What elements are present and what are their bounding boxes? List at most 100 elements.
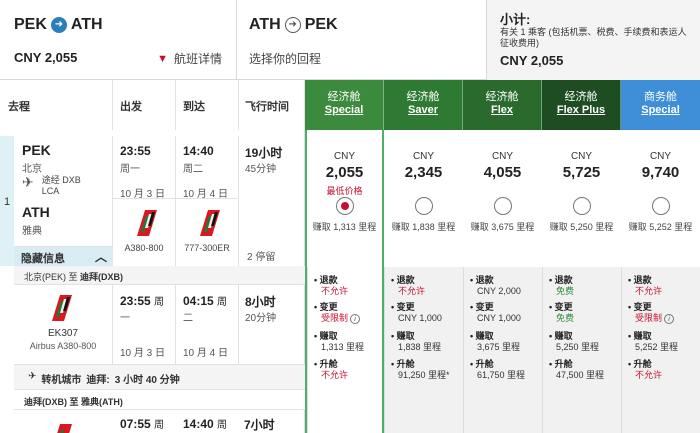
flight-details-link[interactable]: ▼ 航班详情 — [157, 50, 222, 67]
subtotal-panel: 小计: 有关 1 乘客 (包括机票、税费、手续费和表运人征收费用) CNY 2,… — [487, 0, 700, 80]
fare-miles-earned: 赚取 1,313 里程 — [312, 222, 377, 232]
chevron-down-icon: ▼ — [157, 52, 168, 65]
refund-value: 不允许 — [398, 286, 426, 296]
leg2-details: 07:55 周 14:40 周 7小时 — [14, 410, 305, 433]
dest-city: 雅典 — [22, 226, 42, 237]
cabin-header-economy-saver[interactable]: 经济舱 Saver — [384, 80, 463, 130]
cabin-header-economy-flex-plus[interactable]: 经济舱 Flex Plus — [542, 80, 621, 130]
fare-option-economy-special[interactable]: CNY 2,055 最低价格 赚取 1,313 里程 退款不允许 变更受限制i … — [305, 130, 384, 433]
emirates-tail-logo-icon — [57, 424, 72, 433]
fare-currency: CNY — [333, 151, 356, 162]
fare-conditions: 退款不允许 变更CNY 1,000 赚取1,838 里程 升舱91,250 里程… — [384, 267, 463, 433]
fare-miles-earned: 赚取 5,252 里程 — [628, 222, 693, 232]
connecting-plane-icon: ✈ — [28, 371, 37, 382]
upgrade-value: 91,250 里程* — [398, 370, 450, 380]
leg1-arrive-cell: 04:15 周 二 10 月 4 日 — [176, 285, 239, 365]
info-icon[interactable]: i — [664, 314, 675, 324]
via-info: ✈ 途经 DXB LCA — [22, 174, 81, 196]
duration-hours: 19小时 — [245, 146, 283, 160]
arrow-right-icon: ➜ — [50, 17, 67, 33]
leg1-depart-time: 23:55 — [120, 294, 151, 308]
fare-amount: 5,725 — [562, 164, 601, 181]
duration-minutes: 45分钟 — [245, 164, 277, 175]
arrive-cell: 14:40 周二 10 月 4 日 — [176, 136, 239, 200]
fare-option-business-special[interactable]: CNY 9,740 赚取 5,252 里程 退款不允许 变更受限制i 赚取5,2… — [621, 130, 700, 433]
refund-value: CNY 2,000 — [477, 286, 521, 296]
fare-currency: CNY — [570, 151, 593, 162]
stops-count: 2 停留 — [247, 252, 276, 263]
leg2-duration-hours: 7小时 — [244, 418, 275, 432]
leg1-header: 北京(PEK) 至 迪拜(DXB) — [14, 266, 305, 285]
miles-value: 5,252 里程 — [635, 342, 679, 352]
leg1-duration-hours: 8小时 — [245, 295, 276, 309]
subtotal-title: 小计: — [500, 12, 531, 27]
fare-radio[interactable] — [572, 197, 591, 215]
emirates-tail-logo-icon — [137, 210, 157, 236]
chevron-up-icon: ︿ — [94, 250, 107, 264]
fare-radio[interactable] — [493, 197, 512, 215]
trip-summary: PEK ➜ ATH CNY 2,055 ▼ 航班详情 ATH ➜ PEK 选择你… — [0, 0, 700, 80]
table-header: 去程 出发 到达 飞行时间 经济舱 Special 经济舱 Saver 经济舱 … — [0, 80, 700, 130]
route-cell: PEK 北京 ✈ 途经 DXB LCA ATH 雅典 — [14, 136, 113, 247]
change-value: 受限制 — [635, 313, 663, 323]
flight-row: 1 PEK 北京 ✈ 途经 DXB LCA ATH 雅典 23:55 周一 10… — [0, 130, 305, 433]
cabin-header-business-special[interactable]: 商务舱 Special — [621, 80, 700, 130]
origin-city: 北京 — [22, 164, 42, 175]
aircraft-cell-1: A380-800 — [113, 199, 176, 266]
refund-value: 不允许 — [635, 286, 663, 296]
info-icon[interactable]: i — [350, 314, 361, 324]
fare-amount: 9,740 — [641, 164, 680, 181]
dest-code: ATH — [22, 204, 50, 220]
depart-time: 23:55 — [120, 144, 151, 158]
depart-cell: 23:55 周一 10 月 3 日 — [113, 136, 176, 200]
upgrade-value: 61,750 里程 — [477, 370, 526, 380]
return-hint: 选择你的回程 — [249, 52, 322, 66]
outbound-summary[interactable]: PEK ➜ ATH CNY 2,055 ▼ 航班详情 — [0, 0, 237, 80]
header-depart: 出发 — [113, 80, 176, 130]
fare-option-economy-saver[interactable]: CNY 2,345 赚取 1,838 里程 退款不允许 变更CNY 1,000 … — [384, 130, 463, 433]
change-value: CNY 1,000 — [398, 313, 442, 323]
leg1-flight-number: EK307 — [47, 328, 79, 339]
refund-value: 免费 — [556, 286, 575, 296]
subtotal-note: 有关 1 乘客 (包括机票、税费、手续费和表运人征收费用) — [500, 27, 687, 48]
fare-radio[interactable] — [335, 197, 354, 215]
flight-results: 1 PEK 北京 ✈ 途经 DXB LCA ATH 雅典 23:55 周一 10… — [0, 130, 700, 433]
fare-option-economy-flex[interactable]: CNY 4,055 赚取 3,675 里程 退款CNY 2,000 变更CNY … — [463, 130, 542, 433]
emirates-tail-logo-icon — [200, 210, 220, 236]
leg2-arrive-time: 14:40 — [183, 417, 214, 431]
leg1-depart-cell: 23:55 周 一 10 月 3 日 — [113, 285, 176, 365]
fare-amount: 2,345 — [404, 164, 443, 181]
header-arrive: 到达 — [176, 80, 239, 130]
flight-index: 1 — [0, 136, 14, 266]
fare-currency: CNY — [412, 151, 435, 162]
fare-amount: 4,055 — [483, 164, 522, 181]
change-value: 受限制 — [321, 313, 349, 323]
arrow-right-icon: ➜ — [284, 17, 301, 33]
header-route: 去程 — [0, 80, 113, 130]
depart-weekday: 周一 — [120, 164, 140, 175]
duration-cell: 19小时 45分钟 2 停留 — [239, 136, 305, 266]
fare-radio[interactable] — [414, 197, 433, 215]
leg1-details: EK307 Airbus A380-800 23:55 周 一 10 月 3 日… — [14, 285, 305, 365]
hide-info-toggle[interactable]: 隐藏信息 ︿ — [14, 247, 113, 266]
header-duration: 飞行时间 — [239, 80, 305, 130]
refund-value: 不允许 — [321, 286, 349, 296]
fare-option-economy-flex-plus[interactable]: CNY 5,725 赚取 5,250 里程 退款免费 变更免费 赚取5,250 … — [542, 130, 621, 433]
outbound-price: CNY 2,055 — [14, 50, 78, 65]
change-value: CNY 1,000 — [477, 313, 521, 323]
return-summary[interactable]: ATH ➜ PEK 选择你的回程 — [237, 0, 487, 80]
leg1-duration-cell: 8小时 20分钟 — [239, 285, 305, 365]
aircraft-type-1: A380-800 — [124, 243, 164, 253]
leg1-arrive-time: 04:15 — [183, 294, 214, 308]
cabin-header-economy-special[interactable]: 经济舱 Special — [305, 80, 384, 130]
fare-amount: 2,055 — [325, 164, 364, 181]
leg2-depart-time: 07:55 — [120, 417, 151, 431]
leg2-header: 迪拜(DXB) 至 雅典(ATH) — [14, 390, 305, 410]
fare-radio[interactable] — [651, 197, 670, 215]
cabin-header-economy-flex[interactable]: 经济舱 Flex — [463, 80, 542, 130]
aircraft-type-2: 777-300ER — [184, 243, 230, 253]
leg1-aircraft: Airbus A380-800 — [29, 341, 97, 351]
connection-info: ✈ 转机城市 迪拜: 3 小时 40 分钟 — [14, 365, 305, 390]
fare-conditions: 退款不允许 变更受限制i 赚取1,313 里程 升舱不允许 — [307, 267, 382, 433]
subtotal-amount: CNY 2,055 — [500, 53, 564, 68]
